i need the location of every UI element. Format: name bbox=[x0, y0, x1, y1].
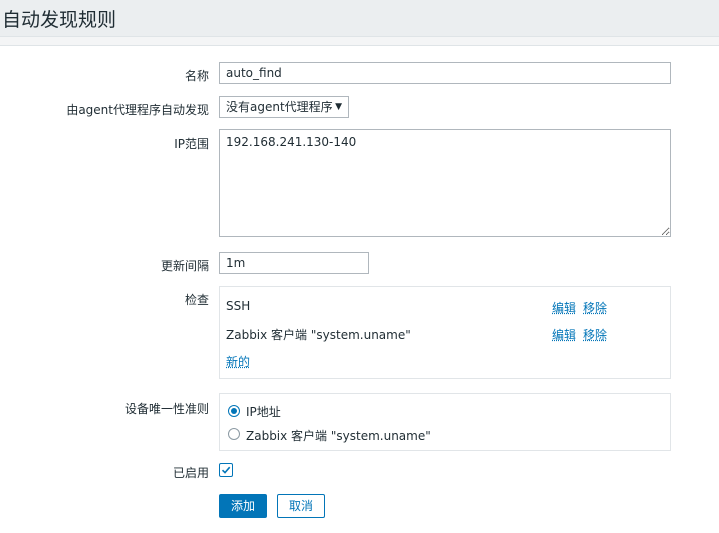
add-button[interactable]: 添加 bbox=[219, 494, 267, 518]
proxy-select-value: 没有agent代理程序 bbox=[226, 100, 333, 114]
interval-label: 更新间隔 bbox=[160, 259, 209, 273]
uniqueness-box: IP地址 Zabbix 客户端 "system.uname" bbox=[219, 393, 671, 451]
check-ssh-remove-link[interactable]: 移除 bbox=[583, 299, 607, 316]
radio-agent-uname[interactable] bbox=[228, 428, 240, 440]
discovery-rule-form: 名称 由agent代理程序自动发现 没有agent代理程序 ▼ IP范围 192… bbox=[0, 45, 719, 533]
check-agent-remove-link[interactable]: 移除 bbox=[583, 326, 607, 343]
uniqueness-label: 设备唯一性准则 bbox=[124, 402, 209, 416]
check-agent-edit-link[interactable]: 编辑 bbox=[552, 326, 576, 343]
checks-label: 检查 bbox=[184, 293, 209, 307]
name-label: 名称 bbox=[184, 69, 209, 83]
ip-range-textarea[interactable]: 192.168.241.130-140 bbox=[219, 129, 671, 237]
interval-input[interactable] bbox=[219, 252, 369, 274]
check-ssh-edit-link[interactable]: 编辑 bbox=[552, 299, 576, 316]
dropdown-arrow-icon: ▼ bbox=[335, 102, 342, 112]
checks-box: SSH 编辑 移除 Zabbix 客户端 "system.uname" 编辑 移… bbox=[219, 286, 671, 379]
new-check-link[interactable]: 新的 bbox=[226, 353, 250, 370]
cancel-button[interactable]: 取消 bbox=[277, 494, 325, 518]
page-title: 自动发现规则 bbox=[2, 9, 117, 31]
proxy-label: 由agent代理程序自动发现 bbox=[66, 103, 209, 117]
check-item-ssh: SSH bbox=[226, 299, 251, 313]
enabled-checkbox[interactable] bbox=[219, 463, 233, 477]
radio-ip-address-label: IP地址 bbox=[246, 405, 281, 419]
radio-ip-address[interactable] bbox=[228, 405, 240, 417]
ip-range-label: IP范围 bbox=[174, 137, 209, 151]
radio-agent-uname-label: Zabbix 客户端 "system.uname" bbox=[246, 429, 431, 443]
proxy-select[interactable]: 没有agent代理程序 ▼ bbox=[219, 96, 349, 118]
name-input[interactable] bbox=[219, 62, 671, 84]
check-item-agent: Zabbix 客户端 "system.uname" bbox=[226, 328, 411, 342]
checkmark-icon bbox=[221, 466, 231, 474]
page-header: 自动发现规则 bbox=[0, 0, 719, 37]
enabled-label: 已启用 bbox=[172, 466, 209, 480]
